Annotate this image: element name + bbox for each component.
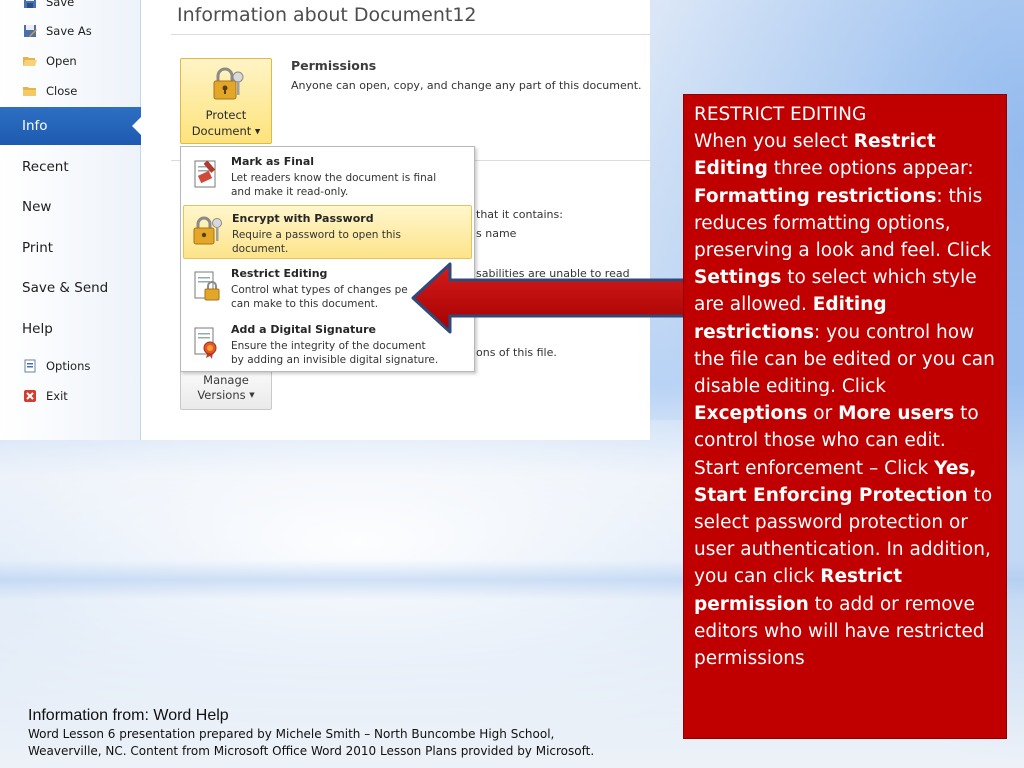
nav-item-recent[interactable]: Recent <box>22 159 69 175</box>
nav-item-print[interactable]: Print <box>22 240 53 256</box>
restrict-editing-icon <box>194 271 220 301</box>
protect-document-menu: Mark as Final Let readers know the docum… <box>180 146 475 372</box>
prepare-text-line: s name <box>476 227 517 240</box>
lock-key-icon <box>213 67 244 100</box>
nav-item-options[interactable]: Options <box>22 356 90 376</box>
nav-item-new[interactable]: New <box>22 199 51 215</box>
nav-item-close[interactable]: Close <box>22 81 77 101</box>
backstage-nav: Save Save As Open Close Info Recent New … <box>0 0 142 440</box>
menu-item-mark-as-final[interactable]: Mark as Final Let readers know the docum… <box>183 149 472 203</box>
digital-signature-icon <box>194 327 217 359</box>
credit-text: Word Lesson 6 presentation prepared by M… <box>28 727 595 758</box>
exit-icon <box>22 388 38 404</box>
permissions-text: Anyone can open, copy, and change any pa… <box>291 79 642 92</box>
page-title: Information about Document12 <box>177 4 477 26</box>
nav-item-save[interactable]: Save <box>22 0 74 12</box>
protect-document-button[interactable]: Protect Document ▼ <box>180 58 272 144</box>
nav-item-exit[interactable]: Exit <box>22 386 68 406</box>
nav-item-open[interactable]: Open <box>22 51 77 71</box>
nav-item-info[interactable]: Info <box>0 107 142 145</box>
callout-body: When you select Restrict Editing three o… <box>694 131 995 670</box>
save-icon <box>22 0 38 10</box>
encrypt-lock-icon <box>193 216 222 245</box>
credit-heading: Information from: Word Help <box>28 707 229 724</box>
mark-final-icon <box>194 160 216 188</box>
permissions-heading: Permissions <box>291 58 377 73</box>
pointer-arrow-icon <box>411 262 690 334</box>
dropdown-arrow-icon: ▼ <box>254 127 261 136</box>
nav-item-save-as[interactable]: Save As <box>22 21 92 41</box>
save-as-icon <box>22 23 38 39</box>
close-folder-icon <box>22 83 38 99</box>
divider <box>171 34 650 35</box>
options-icon <box>22 358 38 374</box>
word-backstage-screenshot: Save Save As Open Close Info Recent New … <box>0 0 650 440</box>
open-folder-icon <box>22 53 38 69</box>
manage-versions-button[interactable]: Manage Versions ▼ <box>180 368 272 410</box>
nav-item-help[interactable]: Help <box>22 321 53 337</box>
restrict-editing-callout: RESTRICT EDITING When you select Restric… <box>683 94 1007 739</box>
menu-item-encrypt-with-password[interactable]: Encrypt with Password Require a password… <box>183 205 472 259</box>
versions-text-line: ons of this file. <box>476 346 557 359</box>
callout-heading: RESTRICT EDITING <box>694 104 867 125</box>
prepare-text-line: that it contains: <box>476 208 563 221</box>
nav-item-save-send[interactable]: Save & Send <box>22 280 108 296</box>
dropdown-arrow-icon: ▼ <box>249 391 255 399</box>
